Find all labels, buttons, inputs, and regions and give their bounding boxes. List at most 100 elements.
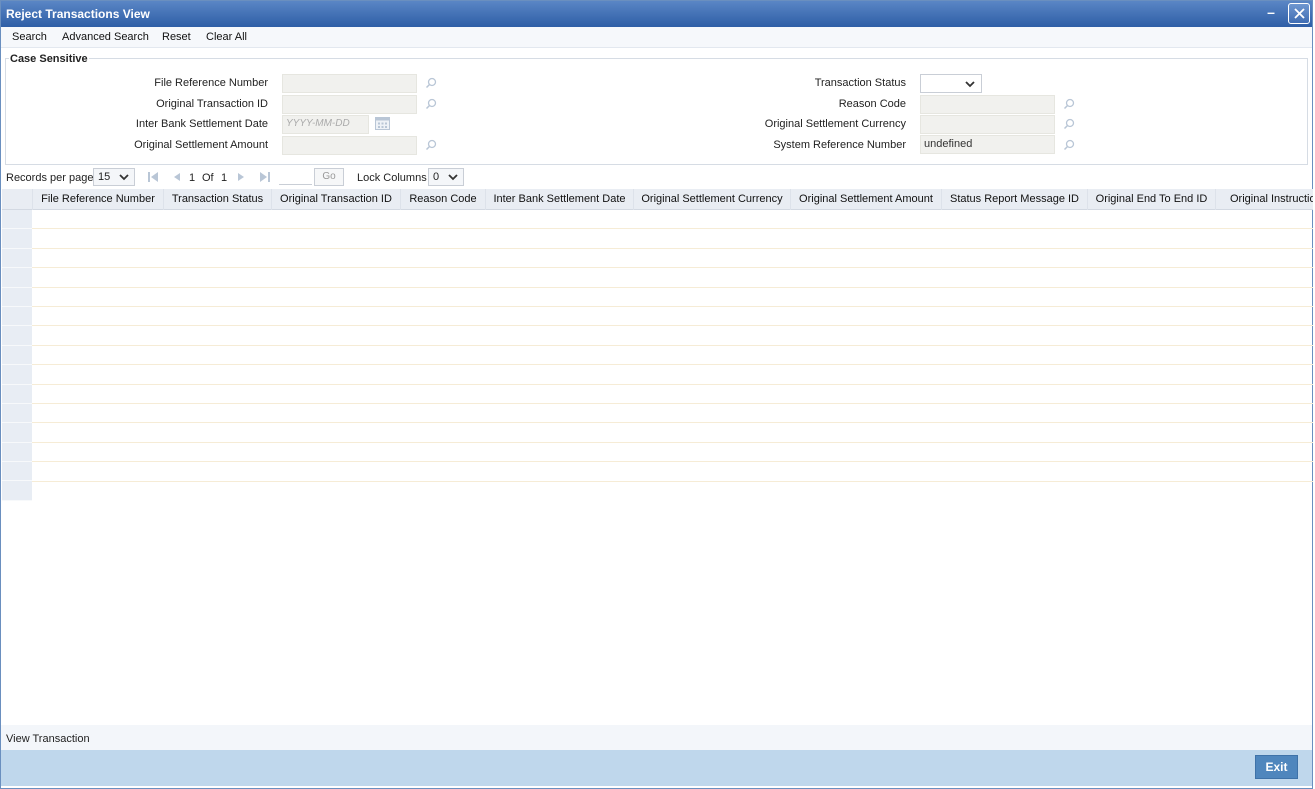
exit-button[interactable]: Exit (1255, 755, 1298, 779)
row-selector[interactable] (2, 442, 32, 463)
transaction-status-label: Transaction Status (814, 77, 906, 89)
table-row[interactable] (32, 482, 1313, 501)
grid-header: File Reference Number Transaction Status… (2, 189, 1313, 210)
table-row[interactable] (32, 326, 1313, 346)
page-of-label: Of (202, 172, 214, 184)
original-settlement-currency-label: Original Settlement Currency (764, 118, 906, 130)
table-row[interactable] (32, 423, 1313, 443)
file-reference-number-label: File Reference Number (154, 77, 268, 89)
row-selector[interactable] (2, 306, 32, 327)
view-transaction-button[interactable]: View Transaction (6, 733, 90, 745)
row-selector[interactable] (2, 287, 32, 307)
column-header-transaction-status[interactable]: Transaction Status (163, 189, 271, 210)
inter-bank-settlement-date-input[interactable]: YYYY-MM-DD (282, 115, 369, 134)
row-selector[interactable] (2, 481, 32, 501)
first-page-icon[interactable] (148, 172, 158, 182)
table-row[interactable] (32, 346, 1313, 366)
lock-columns-value: 0 (433, 171, 440, 183)
row-selector[interactable] (2, 345, 32, 366)
row-selector-column (2, 210, 32, 501)
column-header-original-transaction-id[interactable]: Original Transaction ID (271, 189, 400, 210)
original-settlement-amount-search-icon[interactable] (425, 139, 437, 151)
last-page-icon[interactable] (260, 172, 270, 182)
system-reference-number-label: System Reference Number (773, 139, 906, 151)
previous-page-icon[interactable] (173, 172, 181, 182)
chevron-down-icon (965, 81, 975, 88)
row-selector[interactable] (2, 462, 32, 482)
minimize-icon[interactable]: – (1264, 5, 1278, 21)
original-settlement-currency-search-icon[interactable] (1063, 118, 1075, 130)
original-settlement-currency-input[interactable] (920, 115, 1055, 134)
calendar-icon[interactable] (375, 117, 390, 130)
table-row[interactable] (32, 443, 1313, 463)
row-selector[interactable] (2, 403, 32, 424)
column-header-file-reference-number[interactable]: File Reference Number (32, 189, 163, 210)
row-select-header[interactable] (2, 189, 32, 210)
reject-transactions-window: Reject Transactions View – Search Advanc… (0, 0, 1313, 789)
go-button[interactable]: Go (314, 168, 344, 186)
search-button[interactable]: Search (12, 31, 47, 43)
system-reference-number-input[interactable]: undefined (920, 135, 1055, 154)
table-row[interactable] (32, 249, 1313, 269)
row-selector[interactable] (2, 210, 32, 230)
table-row[interactable] (32, 210, 1313, 230)
table-row[interactable] (32, 404, 1313, 424)
close-icon (1294, 8, 1305, 19)
current-page-number: 1 (189, 172, 196, 184)
column-header-status-report-message-id[interactable]: Status Report Message ID (941, 189, 1087, 210)
row-selector[interactable] (2, 248, 32, 269)
transaction-status-select[interactable] (920, 74, 982, 93)
records-per-page-select[interactable]: 15 (93, 168, 135, 186)
system-reference-number-search-icon[interactable] (1063, 139, 1075, 151)
row-selector[interactable] (2, 268, 32, 288)
file-reference-number-input[interactable] (282, 74, 417, 93)
original-settlement-amount-label: Original Settlement Amount (134, 139, 268, 151)
column-header-original-end-to-end-id[interactable]: Original End To End ID (1087, 189, 1215, 210)
clear-all-button[interactable]: Clear All (206, 31, 247, 43)
records-per-page-label: Records per page (6, 172, 94, 184)
row-selector[interactable] (2, 365, 32, 385)
go-to-page-input[interactable] (279, 169, 312, 185)
row-selector[interactable] (2, 229, 32, 249)
column-header-original-settlement-amount[interactable]: Original Settlement Amount (790, 189, 941, 210)
reason-code-input[interactable] (920, 95, 1055, 114)
lock-columns-select[interactable]: 0 (428, 168, 464, 186)
case-sensitive-label: Case Sensitive (9, 53, 89, 65)
lock-columns-label: Lock Columns (357, 172, 427, 184)
original-settlement-amount-input[interactable] (282, 136, 417, 155)
original-transaction-id-search-icon[interactable] (425, 98, 437, 110)
reason-code-search-icon[interactable] (1063, 98, 1075, 110)
row-selector[interactable] (2, 326, 32, 346)
column-header-original-settlement-currency[interactable]: Original Settlement Currency (633, 189, 790, 210)
total-pages-number: 1 (221, 172, 228, 184)
file-reference-number-search-icon[interactable] (425, 77, 437, 89)
table-row[interactable] (32, 365, 1313, 385)
table-row[interactable] (32, 307, 1313, 327)
table-row[interactable] (32, 229, 1313, 249)
table-row[interactable] (32, 385, 1313, 404)
table-row[interactable] (32, 462, 1313, 482)
title-bar: Reject Transactions View – (1, 1, 1312, 27)
close-button[interactable] (1288, 3, 1310, 24)
inter-bank-settlement-date-label: Inter Bank Settlement Date (135, 118, 268, 130)
chevron-down-icon (448, 174, 458, 181)
table-row[interactable] (32, 268, 1313, 288)
column-header-inter-bank-settlement-date[interactable]: Inter Bank Settlement Date (485, 189, 633, 210)
column-header-reason-code[interactable]: Reason Code (400, 189, 485, 210)
reason-code-label: Reason Code (838, 98, 906, 110)
row-selector[interactable] (2, 423, 32, 443)
chevron-down-icon (119, 174, 129, 181)
results-grid: File Reference Number Transaction Status… (2, 189, 1313, 724)
original-transaction-id-input[interactable] (282, 95, 417, 114)
table-row[interactable] (32, 288, 1313, 307)
toolbar: Search Advanced Search Reset Clear All (1, 27, 1312, 48)
action-bar: Exit (1, 750, 1312, 786)
next-page-icon[interactable] (237, 172, 245, 182)
original-transaction-id-label: Original Transaction ID (156, 98, 268, 110)
reset-button[interactable]: Reset (162, 31, 191, 43)
column-header-original-instruction-id[interactable]: Original Instructio (1215, 189, 1313, 210)
window-title: Reject Transactions View (6, 7, 150, 21)
row-selector[interactable] (2, 384, 32, 404)
advanced-search-button[interactable]: Advanced Search (62, 31, 149, 43)
footer-link-bar: View Transaction (1, 725, 1312, 750)
